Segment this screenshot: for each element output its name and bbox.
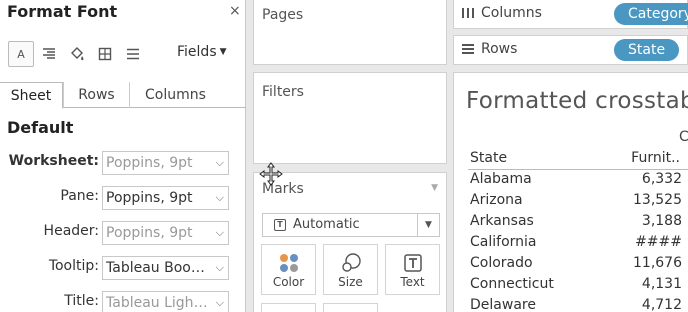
chevron-down-icon: ⌵ (215, 296, 224, 309)
fields-label: Fields (177, 44, 217, 60)
format-tabs: Sheet Rows Columns (0, 82, 246, 109)
tooltip-label: Tooltip: (48, 258, 99, 274)
chevron-down-icon: ⌵ (215, 226, 224, 239)
category-pill[interactable]: Category (614, 3, 688, 25)
worksheet-label: Worksheet: (8, 153, 99, 169)
rows-label: Rows (481, 41, 518, 57)
tab-columns[interactable]: Columns (129, 82, 221, 108)
size-label: Size (338, 275, 363, 289)
title-label: Title: (64, 293, 99, 309)
column-header: C (679, 129, 688, 145)
table-cell-value[interactable]: 4,131 (604, 276, 682, 292)
pane-title: Format Font (7, 2, 118, 21)
fields-dropdown[interactable]: Fields ▼ (177, 44, 227, 60)
view-title: Formatted crosstab (466, 88, 688, 114)
section-default-title: Default (7, 118, 74, 137)
state-pill[interactable]: State (614, 39, 680, 61)
tab-sheet[interactable]: Sheet (0, 82, 63, 109)
chevron-down-icon: ⌵ (215, 191, 224, 204)
worksheet-view: Formatted crosstab C State Furnit.. Alab… (453, 72, 688, 312)
table-cell-value[interactable]: 4,712 (604, 297, 682, 312)
size-icon (342, 253, 361, 272)
pane-font-value: Poppins, 9pt (106, 190, 193, 206)
chevron-down-icon: ▼ (417, 214, 439, 236)
chevron-down-icon: ⌵ (215, 156, 224, 169)
columns-label: Columns (481, 5, 542, 21)
table-row-state[interactable]: Alabama (470, 171, 532, 187)
pane-font-select[interactable]: Poppins, 9pt ⌵ (102, 186, 229, 210)
text-mark-icon: T (274, 219, 286, 231)
columns-shelf[interactable]: Columns Category (453, 0, 688, 29)
pages-title: Pages (262, 7, 304, 23)
table-row-state[interactable]: Connecticut (470, 276, 554, 292)
table-row-state[interactable]: Arizona (470, 192, 523, 208)
color-label: Color (272, 275, 305, 289)
filters-card[interactable]: Filters (253, 72, 447, 164)
table-row-state[interactable]: Colorado (470, 255, 533, 271)
pane-label: Pane: (60, 188, 99, 204)
header-font-value: Poppins, 9pt (106, 225, 193, 241)
text-button[interactable]: Text (385, 244, 440, 295)
header-divider (468, 169, 688, 170)
header-label: Header: (43, 223, 99, 239)
worksheet-font-value: Poppins, 9pt (106, 155, 193, 171)
title-font-value: Tableau Light, 15pt (106, 295, 209, 311)
table-row-state[interactable]: California (470, 234, 536, 250)
rows-icon (462, 44, 474, 54)
table-cell-value[interactable]: #### (604, 234, 682, 250)
mark-type-value: Automatic (293, 217, 360, 232)
align-icon[interactable] (38, 41, 60, 67)
tableau-workspace: Format Font × A Fields ▼ Sheet Rows Colum… (0, 0, 688, 312)
color-icon (280, 254, 298, 272)
text-icon (404, 254, 422, 272)
table-cell-value[interactable]: 3,188 (604, 213, 682, 229)
detail-button[interactable] (261, 303, 316, 312)
text-label: Text (400, 275, 425, 289)
tooltip-font-select[interactable]: Tableau Book, 10pt ⌵ (102, 256, 229, 280)
title-font-select[interactable]: Tableau Light, 15pt ⌵ (102, 291, 229, 312)
move-cursor-icon (259, 162, 283, 186)
table-cell-value[interactable]: 13,525 (604, 192, 682, 208)
tab-rows[interactable]: Rows (63, 82, 129, 108)
columns-icon (462, 8, 474, 18)
lines-icon[interactable] (122, 41, 144, 67)
shading-icon[interactable] (66, 41, 88, 67)
mark-type-select[interactable]: T Automatic ▼ (262, 213, 440, 237)
chevron-down-icon: ⌵ (215, 261, 224, 274)
marks-card: Marks ▼ T Automatic ▼ Color Size Text (253, 172, 447, 312)
close-icon[interactable]: × (229, 3, 241, 19)
color-button[interactable]: Color (261, 244, 316, 295)
table-row-state[interactable]: Delaware (470, 297, 536, 312)
tooltip-button[interactable] (323, 303, 378, 312)
table-cell-value[interactable]: 6,332 (604, 171, 682, 187)
pages-card[interactable]: Pages (253, 0, 447, 65)
format-font-button[interactable]: A (8, 41, 34, 67)
row-header-state[interactable]: State (470, 150, 507, 166)
header-font-select[interactable]: Poppins, 9pt ⌵ (102, 221, 229, 245)
column-header-furniture[interactable]: Furnit.. (626, 150, 680, 166)
format-font-pane: Format Font × A Fields ▼ Sheet Rows Colum… (0, 0, 246, 312)
borders-icon[interactable] (94, 41, 116, 67)
filters-title: Filters (262, 84, 304, 100)
rows-shelf[interactable]: Rows State (453, 35, 688, 65)
tooltip-font-value: Tableau Book, 10pt (106, 260, 209, 276)
chevron-down-icon: ▼ (219, 47, 227, 57)
table-cell-value[interactable]: 11,676 (604, 255, 682, 271)
worksheet-font-select[interactable]: Poppins, 9pt ⌵ (102, 151, 229, 175)
chevron-down-icon[interactable]: ▼ (431, 183, 438, 193)
table-row-state[interactable]: Arkansas (470, 213, 534, 229)
size-button[interactable]: Size (323, 244, 378, 295)
